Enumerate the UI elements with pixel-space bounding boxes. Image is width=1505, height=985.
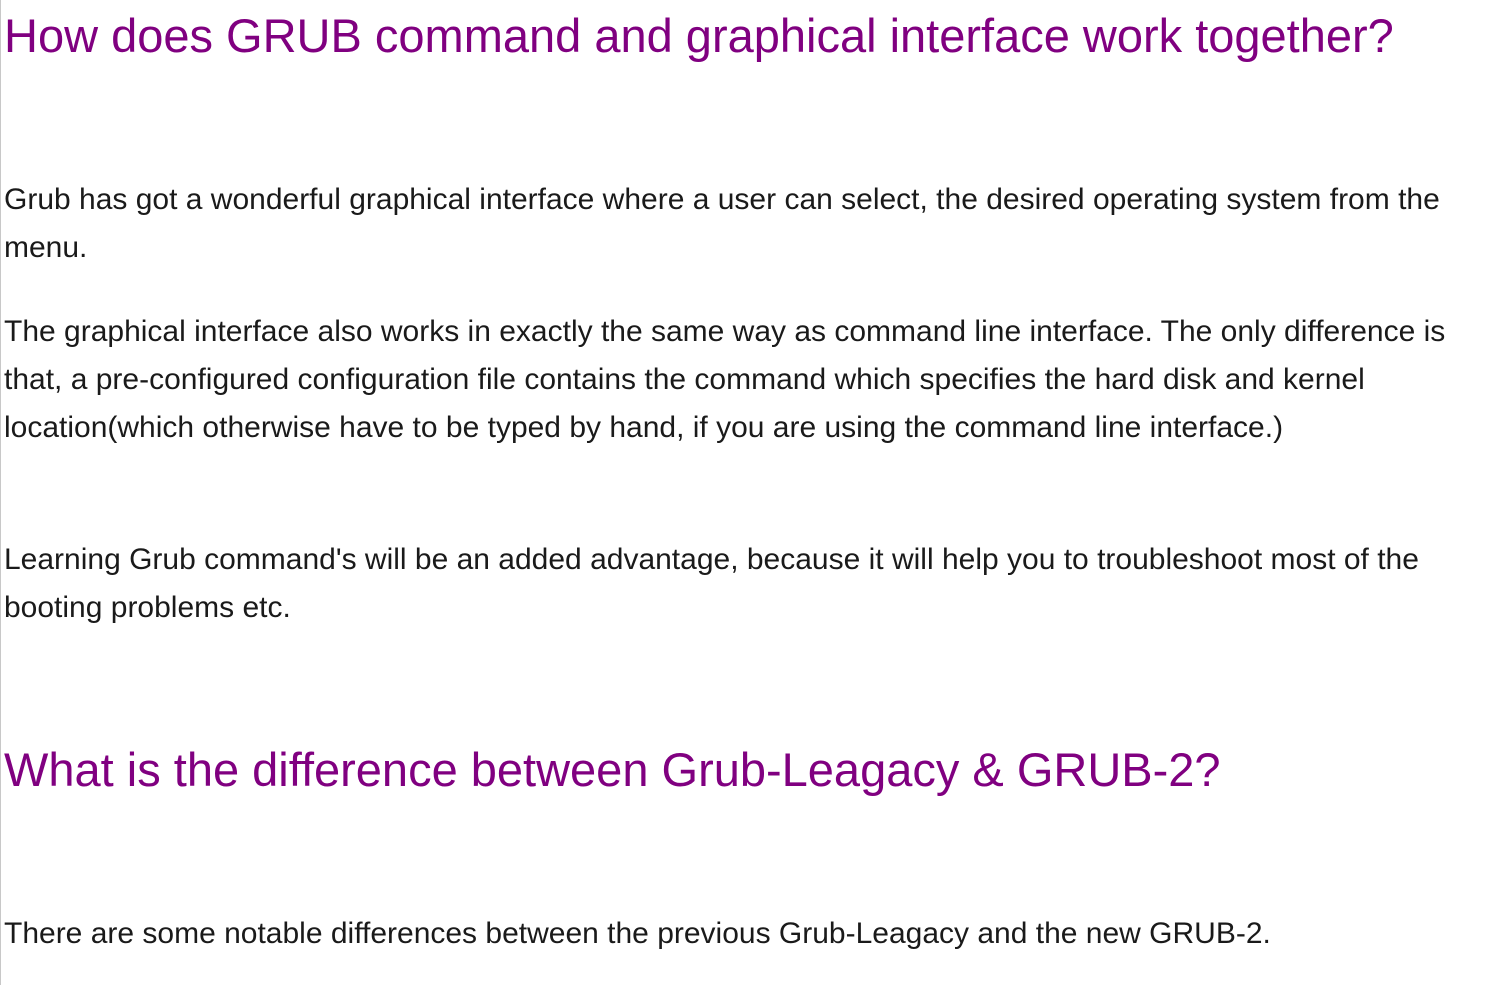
paragraph-notable-differences: There are some notable differences betwe…	[4, 917, 1271, 950]
section-heading-grub-differences: What is the difference between Grub-Leag…	[4, 743, 1221, 796]
section-heading-grub-interface: How does GRUB command and graphical inte…	[4, 9, 1394, 62]
paragraph-command-line: The graphical interface also works in ex…	[4, 315, 1446, 444]
paragraph-graphical-interface: Grub has got a wonderful graphical inter…	[4, 183, 1440, 264]
paragraph-learning-commands: Learning Grub command's will be an added…	[4, 543, 1419, 624]
article-page: How does GRUB command and graphical inte…	[0, 0, 1505, 985]
